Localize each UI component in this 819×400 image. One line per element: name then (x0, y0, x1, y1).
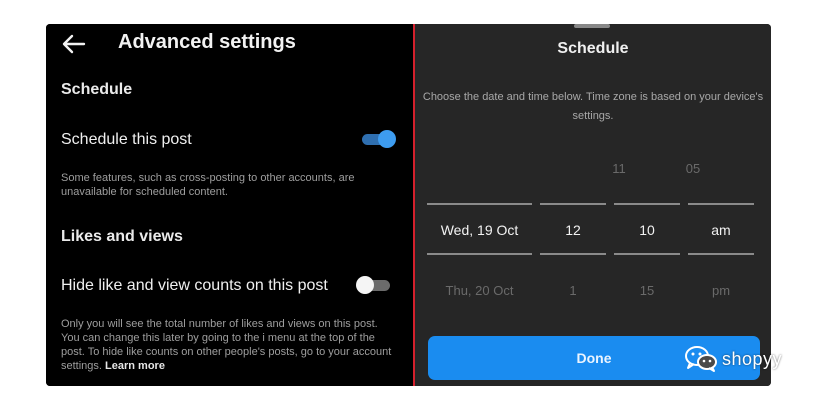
picker-hour-selected[interactable]: 12 (540, 222, 606, 238)
schedule-section-heading: Schedule (61, 81, 133, 98)
likes-note: Only you will see the total number of li… (61, 317, 396, 373)
picker-next-hour[interactable]: 1 (540, 283, 606, 298)
toggle-knob (378, 130, 396, 148)
schedule-title: Schedule (557, 40, 629, 57)
picker-ampm-selected[interactable]: am (688, 222, 754, 238)
advanced-settings-screen: Advanced settings Schedule Schedule this… (46, 24, 413, 386)
picker-line (688, 253, 754, 255)
picker-line (688, 203, 754, 205)
likes-section-heading: Likes and views (61, 228, 183, 245)
picker-minute-selected[interactable]: 10 (614, 222, 680, 238)
picker-date-selected[interactable]: Wed, 19 Oct (427, 222, 532, 238)
back-arrow-icon[interactable] (60, 32, 88, 56)
hide-counts-label: Hide like and view counts on this post (61, 277, 328, 294)
watermark-text: shopyy (722, 348, 783, 369)
picker-next-minute[interactable]: 15 (614, 283, 680, 298)
schedule-post-toggle[interactable] (360, 130, 396, 148)
sheet-drag-handle[interactable] (574, 24, 610, 28)
page-title: Advanced settings (118, 31, 296, 53)
watermark: shopyy (684, 345, 782, 373)
schedule-sheet: Schedule Choose the date and time below.… (415, 24, 771, 386)
picker-next-ampm[interactable]: pm (688, 283, 754, 298)
picker-line (540, 203, 606, 205)
picker-line (540, 253, 606, 255)
picker-line (614, 203, 680, 205)
schedule-description: Choose the date and time below. Time zon… (422, 91, 764, 122)
picker-prev-hour[interactable]: 11 (588, 161, 650, 176)
wechat-logo-icon (685, 346, 717, 372)
picker-line (427, 253, 532, 255)
schedule-post-label: Schedule this post (61, 131, 192, 148)
picker-prev-minute[interactable]: 05 (662, 161, 724, 176)
picker-line (614, 253, 680, 255)
hide-counts-toggle[interactable] (356, 276, 392, 294)
toggle-knob (356, 276, 374, 294)
screenshot-frame: Advanced settings Schedule Schedule this… (46, 24, 771, 386)
schedule-note: Some features, such as cross-posting to … (61, 172, 355, 198)
picker-line (427, 203, 532, 205)
picker-next-date[interactable]: Thu, 20 Oct (427, 283, 532, 298)
learn-more-link[interactable]: Learn more (105, 360, 165, 372)
